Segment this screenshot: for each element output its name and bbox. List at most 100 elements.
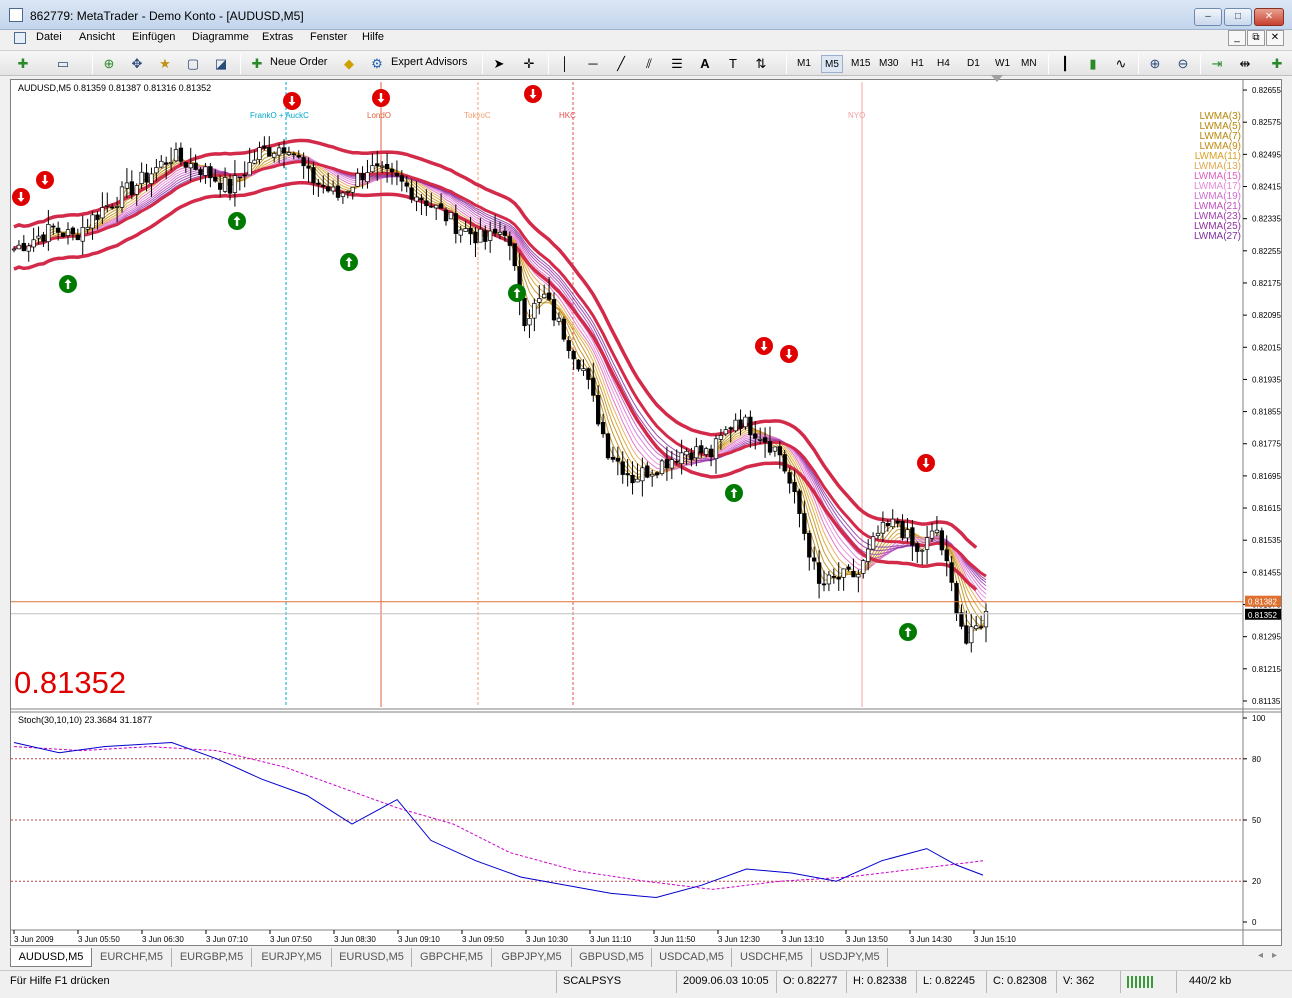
menu-diagramme[interactable]: Diagramme bbox=[192, 31, 249, 43]
timeframe-mn[interactable]: MN bbox=[1018, 55, 1040, 73]
chart-window[interactable]: 0.82655 0.82575 0.82495 0.82415 0.82335 0.822… bbox=[10, 75, 1282, 946]
mdi-restore-button[interactable]: ⧉ bbox=[1247, 30, 1265, 46]
equidistant-channel-icon[interactable]: ⫽ bbox=[640, 55, 658, 73]
zoom-out-icon[interactable]: ⊖ bbox=[1174, 55, 1192, 73]
timeframe-d1[interactable]: D1 bbox=[964, 55, 983, 73]
status-profile[interactable]: SCALPSYS bbox=[556, 971, 676, 993]
candle-body bbox=[306, 165, 311, 169]
candle-body bbox=[95, 214, 100, 220]
timeframe-h4[interactable]: H4 bbox=[934, 55, 953, 73]
price-tick-label: 0.82575 bbox=[1252, 118, 1281, 127]
bar-chart-icon[interactable]: ┃ bbox=[1056, 55, 1074, 73]
candle-body bbox=[203, 166, 208, 176]
expert-advisors-icon[interactable]: ⚙ bbox=[368, 55, 386, 73]
arrows-icon[interactable]: ⇅ bbox=[752, 55, 770, 73]
price-tick-label: 0.82495 bbox=[1252, 150, 1281, 159]
candle-body bbox=[880, 521, 886, 534]
menu-datei[interactable]: Datei bbox=[36, 31, 62, 43]
zoom-in-icon[interactable]: ⊕ bbox=[1146, 55, 1164, 73]
market-watch-icon[interactable]: ⊕ bbox=[100, 55, 118, 73]
timeframe-h1[interactable]: H1 bbox=[908, 55, 927, 73]
candlestick-icon[interactable]: ▮ bbox=[1084, 55, 1102, 73]
navigator-icon[interactable]: ★ bbox=[156, 55, 174, 73]
candle-body bbox=[522, 297, 527, 327]
symbol-tab[interactable]: GBPJPY,M5 bbox=[492, 948, 572, 967]
candle-body bbox=[267, 147, 272, 157]
symbol-tab[interactable]: EURGBP,M5 bbox=[172, 948, 252, 967]
profiles-icon[interactable]: ▭ bbox=[54, 55, 72, 73]
tab-scroll-right-icon[interactable]: ▸ bbox=[1272, 950, 1277, 961]
timeframe-m30[interactable]: M30 bbox=[876, 55, 901, 73]
candle-body bbox=[281, 147, 287, 154]
candle-body bbox=[414, 196, 419, 202]
symbol-tab[interactable]: GBPUSD,M5 bbox=[572, 948, 652, 967]
new-chart-icon[interactable]: ✚ bbox=[14, 55, 32, 73]
candle-body bbox=[193, 162, 198, 170]
expert-advisors-button[interactable]: Expert Advisors bbox=[391, 56, 467, 68]
status-low: L: 0.82245 bbox=[916, 971, 986, 993]
price-tick-label: 0.81295 bbox=[1252, 633, 1281, 642]
tab-scroll-left-icon[interactable]: ◂ bbox=[1258, 950, 1263, 961]
time-tick-label: 3 Jun 09:10 bbox=[398, 935, 440, 944]
new-order-button[interactable]: Neue Order bbox=[270, 56, 327, 68]
candle-body bbox=[650, 473, 655, 477]
symbol-tab[interactable]: USDCHF,M5 bbox=[732, 948, 812, 967]
fibonacci-icon[interactable]: ☰ bbox=[668, 55, 686, 73]
candle-body bbox=[483, 230, 488, 242]
chart-shift-icon[interactable]: ⇹ bbox=[1236, 55, 1254, 73]
candle-body bbox=[335, 185, 341, 198]
text-tool-icon[interactable]: A bbox=[696, 55, 714, 73]
new-order-icon[interactable]: ✚ bbox=[248, 55, 266, 73]
menu-hilfe[interactable]: Hilfe bbox=[362, 31, 384, 43]
symbol-tab[interactable]: EURCHF,M5 bbox=[92, 948, 172, 967]
candle-body bbox=[728, 427, 733, 430]
maximize-button[interactable]: □ bbox=[1224, 8, 1252, 26]
terminal-icon[interactable]: ▢ bbox=[184, 55, 202, 73]
candle-body bbox=[684, 450, 689, 456]
horizontal-line-icon[interactable]: ─ bbox=[584, 55, 602, 73]
candle-body bbox=[581, 368, 586, 371]
candle-body bbox=[875, 533, 881, 536]
candle-body bbox=[542, 293, 547, 299]
timeframe-w1[interactable]: W1 bbox=[992, 55, 1013, 73]
menu-ansicht[interactable]: Ansicht bbox=[79, 31, 115, 43]
symbol-tab[interactable]: EURJPY,M5 bbox=[252, 948, 332, 967]
symbol-tab[interactable]: EURUSD,M5 bbox=[332, 948, 412, 967]
text-label-icon[interactable]: T bbox=[724, 55, 742, 73]
timeframe-m1[interactable]: M1 bbox=[794, 55, 814, 73]
close-button[interactable]: ✕ bbox=[1254, 8, 1284, 26]
candle-body bbox=[620, 461, 625, 475]
auto-scroll-icon[interactable]: ⇥ bbox=[1208, 55, 1226, 73]
cursor-icon[interactable]: ➤ bbox=[490, 55, 508, 73]
menu-fenster[interactable]: Fenster bbox=[310, 31, 347, 43]
symbol-tab[interactable]: USDJPY,M5 bbox=[812, 948, 888, 967]
vertical-line-icon[interactable]: │ bbox=[556, 55, 574, 73]
minimize-button[interactable]: – bbox=[1194, 8, 1222, 26]
timeframe-m15[interactable]: M15 bbox=[848, 55, 873, 73]
crosshair-icon[interactable]: ✛ bbox=[520, 55, 538, 73]
data-window-icon[interactable]: ✥ bbox=[128, 55, 146, 73]
symbol-tab[interactable]: GBPCHF,M5 bbox=[412, 948, 492, 967]
candle-body bbox=[630, 474, 635, 484]
symbol-tab[interactable]: USDCAD,M5 bbox=[652, 948, 732, 967]
candle-body bbox=[492, 228, 498, 234]
timeframe-m5[interactable]: M5 bbox=[821, 55, 843, 73]
candle-body bbox=[394, 172, 400, 177]
symbol-tab[interactable]: AUDUSD,M5 bbox=[10, 948, 92, 967]
metaeditor-icon[interactable]: ◆ bbox=[340, 55, 358, 73]
chart-canvas[interactable]: 0.82655 0.82575 0.82495 0.82415 0.82335 0.822… bbox=[11, 80, 1281, 945]
mdi-minimize-button[interactable]: _ bbox=[1228, 30, 1246, 46]
indicators-icon[interactable]: ✚ bbox=[1268, 55, 1286, 73]
menu-extras[interactable]: Extras bbox=[262, 31, 293, 43]
chart-shift-marker[interactable] bbox=[991, 75, 1003, 82]
status-close: C: 0.82308 bbox=[986, 971, 1056, 993]
candle-body bbox=[463, 228, 468, 232]
candle-body bbox=[458, 229, 463, 236]
menu-einfuegen[interactable]: Einfügen bbox=[132, 31, 175, 43]
time-tick-label: 3 Jun 14:30 bbox=[910, 935, 952, 944]
line-chart-icon[interactable]: ∿ bbox=[1112, 55, 1130, 73]
trendline-icon[interactable]: ╱ bbox=[612, 55, 630, 73]
mdi-close-button[interactable]: ✕ bbox=[1266, 30, 1284, 46]
tester-icon[interactable]: ◪ bbox=[212, 55, 230, 73]
candle-body bbox=[733, 419, 738, 432]
